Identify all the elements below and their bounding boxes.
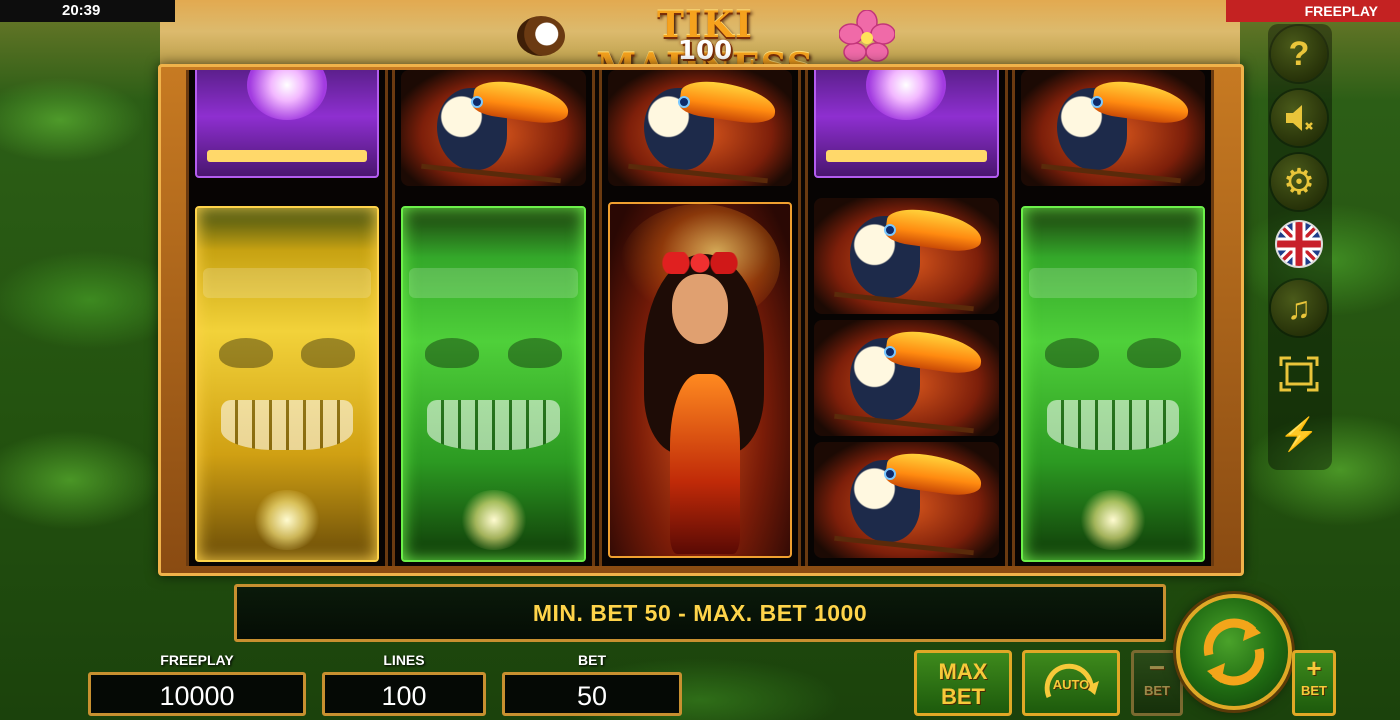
- bet-label: BET: [578, 652, 606, 668]
- toucan-symbol: [1020, 70, 1206, 186]
- freeplay-mode-badge: FREEPLAY: [1226, 0, 1400, 22]
- max-bet-line2: BET: [941, 684, 985, 709]
- reel-2: [392, 70, 595, 566]
- balance-display: FREEPLAY 10000: [88, 652, 306, 716]
- spin-arrows-icon: [1203, 618, 1265, 686]
- language-uk-flag-icon: [1275, 220, 1323, 268]
- green-tiki-symbol: [1020, 206, 1206, 562]
- help-icon: ?: [1288, 34, 1310, 73]
- toucan-symbol: [814, 320, 999, 436]
- reel-4: [805, 70, 1008, 566]
- fullscreen-icon: [1279, 356, 1319, 392]
- increase-bet-button[interactable]: + BET: [1292, 650, 1336, 716]
- clock: 20:39: [0, 0, 175, 22]
- game-logo: TIKI MADNESS 100: [515, 2, 895, 88]
- purple-idol-symbol: [814, 70, 999, 178]
- bet-display: BET 50: [502, 652, 682, 716]
- music-button[interactable]: ♫: [1271, 280, 1327, 336]
- reel-5: [1011, 70, 1215, 566]
- settings-gear-icon: ⚙: [1282, 161, 1316, 202]
- lines-value: 100: [322, 672, 486, 716]
- lines-label: LINES: [383, 652, 425, 668]
- toucan-symbol: [814, 198, 999, 314]
- spin-button[interactable]: [1176, 594, 1292, 710]
- toucan-symbol: [401, 70, 586, 186]
- fullscreen-button[interactable]: [1271, 346, 1327, 402]
- reel-3: [598, 70, 802, 566]
- hibiscus-flower-icon: [839, 10, 895, 62]
- help-button[interactable]: ?: [1271, 26, 1327, 82]
- max-bet-line1: MAX: [938, 659, 988, 684]
- sound-button[interactable]: [1271, 90, 1327, 146]
- bet-limits-message: MIN. BET 50 - MAX. BET 1000: [234, 584, 1166, 642]
- turbo-button[interactable]: ⚡: [1271, 406, 1327, 462]
- max-bet-button[interactable]: MAX BET: [914, 650, 1012, 716]
- increase-bet-label: BET: [1301, 683, 1327, 698]
- balance-value: 10000: [88, 672, 306, 716]
- decrease-bet-button[interactable]: − BET: [1131, 650, 1183, 716]
- plus-icon: +: [1306, 653, 1322, 683]
- decrease-bet-label: BET: [1144, 683, 1170, 698]
- reel-1: [186, 70, 389, 566]
- music-note-icon: ♫: [1287, 289, 1311, 326]
- turbo-lightning-icon: ⚡: [1279, 416, 1319, 452]
- toucan-symbol: [607, 70, 793, 186]
- balance-label: FREEPLAY: [160, 652, 234, 668]
- settings-button[interactable]: ⚙: [1271, 154, 1327, 210]
- logo-subtitle: 100: [677, 36, 733, 66]
- bet-value: 50: [502, 672, 682, 716]
- green-tiki-symbol: [401, 206, 586, 562]
- sound-muted-icon: [1286, 105, 1313, 131]
- fire-dancer-symbol: [607, 202, 793, 558]
- purple-idol-symbol: [195, 70, 380, 178]
- language-button[interactable]: [1271, 216, 1327, 272]
- reel-area: [186, 70, 1215, 566]
- lines-display: LINES 100: [322, 652, 486, 716]
- toucan-symbol: [814, 442, 999, 558]
- minus-icon: −: [1148, 652, 1166, 683]
- auto-label: AUTO: [1052, 677, 1090, 692]
- auto-spin-button[interactable]: AUTO: [1022, 650, 1120, 716]
- gold-tiki-symbol: [195, 206, 380, 562]
- coconut-icon: [517, 16, 565, 56]
